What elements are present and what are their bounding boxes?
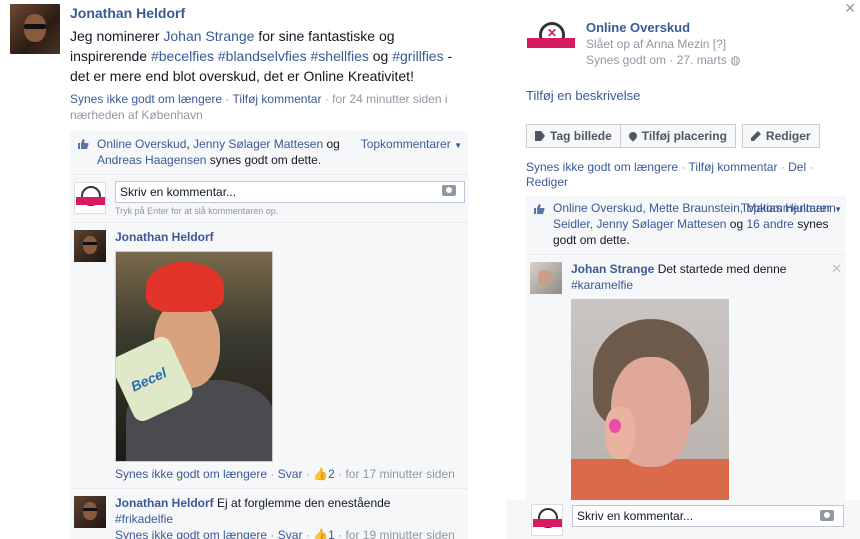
left-post: Jonathan Heldorf Jeg nominerer Johan Str… bbox=[8, 2, 470, 539]
commenter-avatar[interactable] bbox=[74, 496, 106, 528]
post-header: Online Overskud Slået op af Anna Mezin [… bbox=[586, 20, 741, 67]
comment-timestamp: for 17 minutter siden bbox=[345, 467, 455, 481]
comment-actions: Synes ikke godt om længere · Svar · 👍2 ·… bbox=[115, 467, 455, 481]
page-name-link[interactable]: Online Overskud bbox=[586, 20, 741, 36]
bottom-comment-composer: Skriv en kommentar... bbox=[506, 500, 860, 539]
tag-icon bbox=[535, 131, 545, 141]
unlike-link[interactable]: Synes ikke godt om længere bbox=[70, 92, 222, 106]
liker-link[interactable]: Jenny Sølager Mattesen bbox=[193, 137, 323, 151]
hashtag-link[interactable]: #shellfies bbox=[311, 48, 369, 64]
edit-link[interactable]: Rediger bbox=[526, 175, 568, 189]
comment-photo[interactable] bbox=[571, 299, 729, 511]
comment-input[interactable]: Skriv en kommentar... bbox=[572, 505, 844, 527]
commenter-avatar[interactable] bbox=[74, 230, 106, 262]
comment-input[interactable]: Skriv en kommentar... bbox=[115, 181, 465, 203]
comment: Jonathan Heldorf Becel Synes ikke godt o… bbox=[70, 223, 468, 489]
top-comments-dropdown[interactable]: Topkommentarer ▼ bbox=[361, 136, 462, 154]
post-date[interactable]: 27. marts bbox=[677, 53, 727, 67]
camera-icon[interactable] bbox=[442, 185, 456, 196]
close-icon[interactable]: ✕ bbox=[831, 261, 842, 277]
location-pin-icon bbox=[627, 130, 639, 142]
mention-link[interactable]: Johan Strange bbox=[163, 28, 254, 44]
add-comment-link[interactable]: Tilføj kommentar bbox=[233, 92, 322, 106]
share-link[interactable]: Del bbox=[788, 160, 806, 174]
unlike-link[interactable]: Synes ikke godt om længere bbox=[115, 467, 267, 481]
unlike-link[interactable]: Synes ikke godt om længere bbox=[115, 528, 267, 539]
chevron-down-icon: ▼ bbox=[834, 205, 842, 214]
comment-actions: Synes ikke godt om længere · Svar · 👍1 ·… bbox=[115, 527, 460, 539]
comment-composer: Skriv en kommentar... Tryk på Enter for … bbox=[70, 175, 468, 223]
camera-icon[interactable] bbox=[820, 510, 834, 521]
comment-text: Ej at forglemme den enestående bbox=[217, 496, 391, 510]
comment: Jonathan Heldorf Ej at forglemme den ene… bbox=[70, 489, 468, 539]
tag-photo-button[interactable]: Tag billede bbox=[526, 124, 621, 148]
thumbs-up-icon: 👍 bbox=[313, 528, 329, 539]
like-count-link[interactable]: 👍1 bbox=[313, 528, 335, 539]
hashtag-link[interactable]: #grillfies bbox=[392, 48, 443, 64]
post-author-link[interactable]: Jonathan Heldorf bbox=[70, 5, 470, 21]
likes-summary: Topkommentarer ▼ Online Overskud, Mette … bbox=[526, 196, 846, 255]
globe-icon: ◍ bbox=[730, 53, 741, 67]
thumbs-up-icon bbox=[534, 204, 545, 214]
comment-author-link[interactable]: Johan Strange bbox=[571, 262, 654, 276]
reply-link[interactable]: Svar bbox=[278, 528, 303, 539]
hashtag-link[interactable]: #becelfies bbox=[151, 48, 214, 64]
add-description-link[interactable]: Tilføj en beskrivelse bbox=[526, 88, 640, 103]
photo-viewer-sidebar: ✕ ✕ Online Overskud Slået op af Anna Mez… bbox=[520, 0, 860, 539]
poster-link[interactable]: Anna Mezin bbox=[646, 37, 709, 51]
photo-actions: Tag billede Tilføj placering Rediger bbox=[526, 124, 820, 148]
enter-hint: Tryk på Enter for at slå kommentaren op. bbox=[115, 206, 279, 216]
others-link[interactable]: 16 andre bbox=[746, 217, 793, 231]
comment-author-link[interactable]: Jonathan Heldorf bbox=[115, 496, 214, 510]
page-avatar bbox=[531, 504, 563, 536]
comment-photo[interactable]: Becel bbox=[115, 251, 273, 462]
author-avatar[interactable] bbox=[10, 4, 60, 54]
thumbs-up-icon: 👍 bbox=[313, 467, 329, 481]
pencil-icon bbox=[750, 131, 761, 141]
post-actions: Synes ikke godt om længere · Tilføj komm… bbox=[526, 160, 814, 189]
commenter-avatar[interactable] bbox=[530, 262, 562, 294]
ufi-box: Topkommentarer ▼ Online Overskud, Mette … bbox=[526, 196, 846, 539]
comment-author-link[interactable]: Jonathan Heldorf bbox=[115, 230, 214, 244]
thumbs-up-icon bbox=[78, 139, 89, 149]
comment-timestamp: for 19 minutter siden bbox=[345, 528, 455, 539]
page-avatar bbox=[74, 182, 106, 214]
add-comment-link[interactable]: Tilføj kommentar bbox=[689, 160, 778, 174]
chevron-down-icon: ▼ bbox=[454, 141, 462, 150]
liker-link[interactable]: Online Overskud bbox=[97, 137, 186, 151]
reply-link[interactable]: Svar bbox=[278, 467, 303, 481]
post-text: Jeg nominerer Johan Strange for sine fan… bbox=[70, 28, 453, 84]
likes-summary: Topkommentarer ▼ Online Overskud, Jenny … bbox=[70, 131, 468, 175]
post-meta: Synes ikke godt om længere · Tilføj komm… bbox=[70, 92, 448, 122]
add-location-button[interactable]: Tilføj placering bbox=[620, 124, 736, 148]
ufi-box: Topkommentarer ▼ Online Overskud, Jenny … bbox=[70, 131, 468, 539]
hashtag-link[interactable]: #frikadelfie bbox=[115, 512, 173, 526]
comment: ✕ Johan Strange Det startede med denne #k… bbox=[526, 255, 846, 517]
page-avatar[interactable]: ✕ bbox=[526, 18, 576, 68]
edit-button[interactable]: Rediger bbox=[741, 124, 820, 148]
close-icon[interactable]: ✕ bbox=[844, 0, 856, 17]
liker-link[interactable]: Andreas Haagensen bbox=[97, 153, 206, 167]
hashtag-link[interactable]: #karamelfie bbox=[571, 278, 633, 292]
hashtag-link[interactable]: #blandselvfies bbox=[218, 48, 307, 64]
unlike-link[interactable]: Synes ikke godt om længere bbox=[526, 160, 678, 174]
top-comments-dropdown[interactable]: Topkommentarer ▼ bbox=[741, 200, 842, 218]
like-count-link[interactable]: 👍2 bbox=[313, 467, 335, 481]
